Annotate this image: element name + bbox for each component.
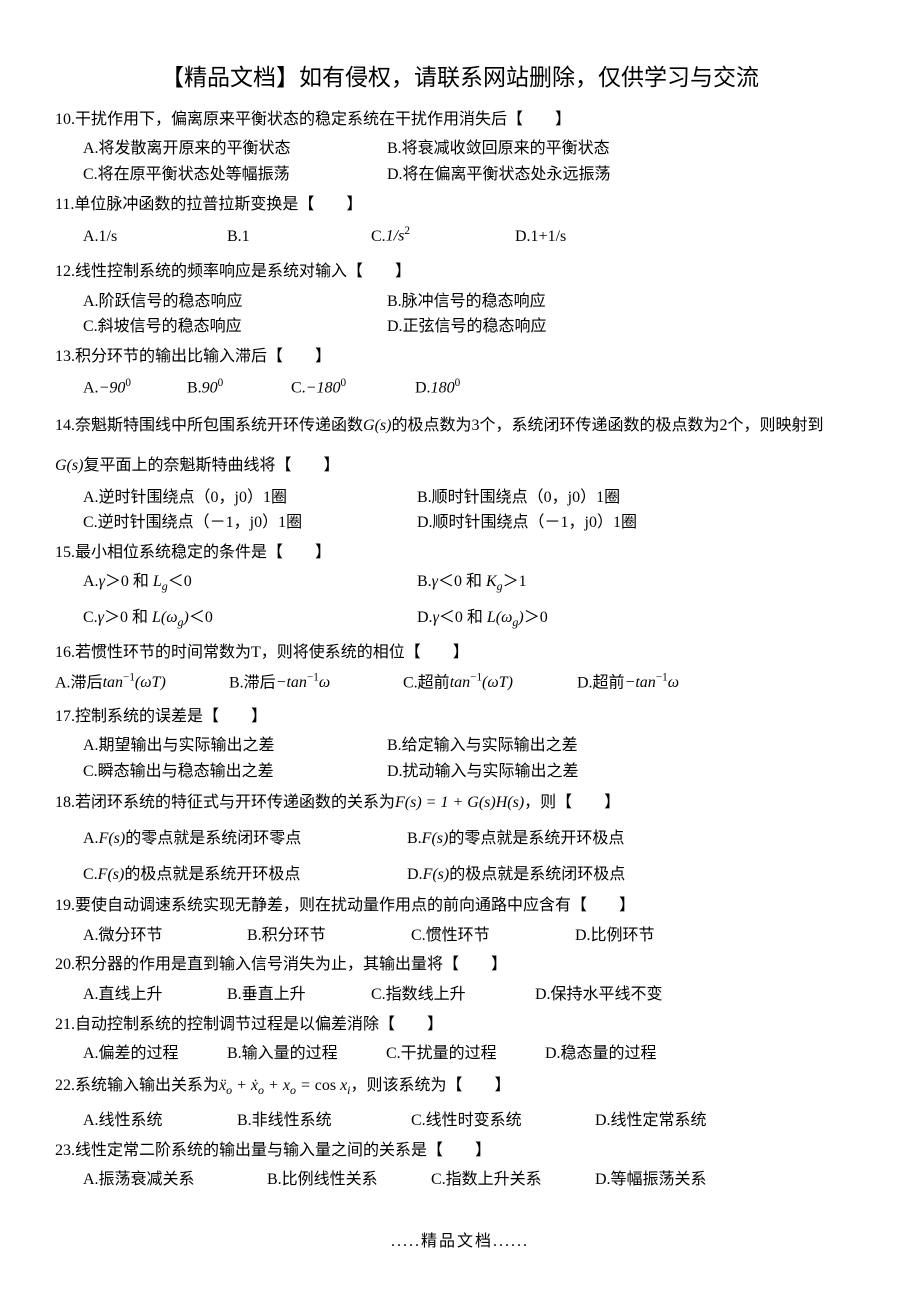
q15-opt-d: D.γ＜0 和 L(ωg)＞0 — [417, 605, 548, 632]
question-20-options: A.直线上升 B.垂直上升 C.指数线上升 D.保持水平线不变 — [55, 982, 865, 1008]
q23-opt-c: C.指数上升关系 — [431, 1167, 591, 1193]
q10-opt-d: D.将在偏离平衡状态处永远振荡 — [387, 162, 611, 188]
q19-opt-a: A.微分环节 — [83, 923, 243, 949]
question-22: 22.系统输入输出关系为ẍo + ẋo + xo = cos xi，则该系统为【… — [55, 1073, 865, 1100]
q14-opt-a: A.逆时针围绕点（0，j0）1圈 — [83, 485, 413, 511]
q12-opt-b: B.脉冲信号的稳态响应 — [387, 289, 546, 315]
question-21-options: A.偏差的过程 B.输入量的过程 C.干扰量的过程 D.稳态量的过程 — [55, 1041, 865, 1067]
q12-opt-d: D.正弦信号的稳态响应 — [387, 314, 547, 340]
question-23-options: A.振荡衰减关系 B.比例线性关系 C.指数上升关系 D.等幅振荡关系 — [55, 1167, 865, 1193]
q22-opt-c: C.线性时变系统 — [411, 1108, 591, 1134]
q21-opt-d: D.稳态量的过程 — [545, 1041, 657, 1067]
q18-opt-d: D.F(s)的极点就是系统闭环极点 — [407, 862, 625, 888]
q21-opt-b: B.输入量的过程 — [227, 1041, 382, 1067]
question-12-options: A.阶跃信号的稳态响应 B.脉冲信号的稳态响应 C.斜坡信号的稳态响应 D.正弦… — [55, 289, 865, 340]
question-19-options: A.微分环节 B.积分环节 C.惯性环节 D.比例环节 — [55, 923, 865, 949]
page-footer: .....精品文档...... — [55, 1229, 865, 1255]
question-11: 11.单位脉冲函数的拉普拉斯变换是【 】 — [55, 192, 865, 218]
q19-opt-c: C.惯性环节 — [411, 923, 571, 949]
q22-opt-b: B.非线性系统 — [237, 1108, 407, 1134]
q10-opt-b: B.将衰减收敛回原来的平衡状态 — [387, 136, 610, 162]
question-18-options: A.F(s)的零点就是系统闭环零点 B.F(s)的零点就是系统开环极点 C.F(… — [55, 826, 865, 887]
question-10-options: A.将发散离开原来的平衡状态 B.将衰减收敛回原来的平衡状态 C.将在原平衡状态… — [55, 136, 865, 187]
q12-opt-a: A.阶跃信号的稳态响应 — [83, 289, 383, 315]
q18-opt-b: B.F(s)的零点就是系统开环极点 — [407, 826, 624, 852]
q20-opt-d: D.保持水平线不变 — [535, 982, 663, 1008]
q14-opt-d: D.顺时针围绕点（－1，j0）1圈 — [417, 510, 637, 536]
q14-opt-c: C.逆时针围绕点（－1，j0）1圈 — [83, 510, 413, 536]
q14-opt-b: B.顺时针围绕点（0，j0）1圈 — [417, 485, 620, 511]
question-11-options: A.1/s B.1 C. 1/s2 D.1+1/s — [55, 223, 865, 249]
q11-opt-b: B.1 — [227, 224, 367, 250]
q13-opt-b: B.900 — [187, 375, 287, 401]
q15-opt-b: B.γ＜0 和 Kg＞1 — [417, 569, 527, 596]
q19-opt-b: B.积分环节 — [247, 923, 407, 949]
q12-opt-c: C.斜坡信号的稳态响应 — [83, 314, 383, 340]
q11-opt-c: C. 1/s2 — [371, 223, 511, 249]
q22-opt-d: D.线性定常系统 — [595, 1108, 707, 1134]
page-header: 【精品文档】如有侵权，请联系网站删除，仅供学习与交流 — [55, 60, 865, 97]
question-17-options: A.期望输出与实际输出之差 B.给定输入与实际输出之差 C.瞬态输出与稳态输出之… — [55, 733, 865, 784]
q10-opt-a: A.将发散离开原来的平衡状态 — [83, 136, 383, 162]
question-22-options: A.线性系统 B.非线性系统 C.线性时变系统 D.线性定常系统 — [55, 1108, 865, 1134]
q16-opt-c: C.超前tan−1(ωT) — [403, 670, 573, 696]
q16-opt-d: D.超前−tan−1ω — [577, 674, 679, 691]
question-14: 14.奈魁斯特围线中所包围系统开环传递函数G(s)的极点数为3个，系统闭环传递函… — [55, 413, 865, 439]
question-10: 10.干扰作用下，偏离原来平衡状态的稳定系统在干扰作用消失后【 】 — [55, 107, 865, 133]
q19-opt-d: D.比例环节 — [575, 923, 655, 949]
q20-opt-c: C.指数线上升 — [371, 982, 531, 1008]
question-14-options: A.逆时针围绕点（0，j0）1圈 B.顺时针围绕点（0，j0）1圈 C.逆时针围… — [55, 485, 865, 536]
question-15: 15.最小相位系统稳定的条件是【 】 — [55, 540, 865, 566]
question-17: 17.控制系统的误差是【 】 — [55, 704, 865, 730]
question-14-cont: G(s)复平面上的奈魁斯特曲线将【 】 — [55, 453, 865, 479]
question-20: 20.积分器的作用是直到输入信号消失为止，其输出量将【 】 — [55, 952, 865, 978]
question-16: 16.若惯性环节的时间常数为T，则将使系统的相位【 】 — [55, 640, 865, 666]
q23-opt-a: A.振荡衰减关系 — [83, 1167, 263, 1193]
q13-opt-c: C.−1800 — [291, 375, 411, 401]
q13-opt-d: D.1800 — [415, 375, 460, 401]
q23-opt-d: D.等幅振荡关系 — [595, 1167, 707, 1193]
q20-opt-b: B.垂直上升 — [227, 982, 367, 1008]
question-13-options: A.−900 B.900 C.−1800 D.1800 — [55, 375, 865, 401]
question-21: 21.自动控制系统的控制调节过程是以偏差消除【 】 — [55, 1012, 865, 1038]
q20-opt-a: A.直线上升 — [83, 982, 223, 1008]
q22-opt-a: A.线性系统 — [83, 1108, 233, 1134]
question-18: 18.若闭环系统的特征式与开环传递函数的关系为F(s) = 1 + G(s)H(… — [55, 790, 865, 816]
question-23: 23.线性定常二阶系统的输出量与输入量之间的关系是【 】 — [55, 1138, 865, 1164]
q17-opt-b: B.给定输入与实际输出之差 — [387, 733, 578, 759]
question-13: 13.积分环节的输出比输入滞后【 】 — [55, 344, 865, 370]
q23-opt-b: B.比例线性关系 — [267, 1167, 427, 1193]
q10-opt-c: C.将在原平衡状态处等幅振荡 — [83, 162, 383, 188]
q11-opt-d: D.1+1/s — [515, 224, 566, 250]
q13-opt-a: A.−900 — [83, 375, 183, 401]
q15-opt-c: C.γ＞0 和 L(ωg)＜0 — [83, 605, 413, 632]
q21-opt-a: A.偏差的过程 — [83, 1041, 223, 1067]
q15-opt-a: A.γ＞0 和 Lg＜0 — [83, 569, 413, 596]
q21-opt-c: C.干扰量的过程 — [386, 1041, 541, 1067]
question-15-options: A.γ＞0 和 Lg＜0 B.γ＜0 和 Kg＞1 C.γ＞0 和 L(ωg)＜… — [55, 569, 865, 632]
q17-opt-d: D.扰动输入与实际输出之差 — [387, 759, 579, 785]
question-16-options: A.滞后tan−1(ωT) B.滞后−tan−1ω C.超前tan−1(ωT) … — [55, 670, 865, 696]
q18-opt-a: A.F(s)的零点就是系统闭环零点 — [83, 826, 403, 852]
q17-opt-c: C.瞬态输出与稳态输出之差 — [83, 759, 383, 785]
q11-opt-a: A.1/s — [83, 224, 223, 250]
question-12: 12.线性控制系统的频率响应是系统对输入【 】 — [55, 259, 865, 285]
q16-opt-a: A.滞后tan−1(ωT) — [55, 670, 225, 696]
q16-opt-b: B.滞后−tan−1ω — [229, 670, 399, 696]
q17-opt-a: A.期望输出与实际输出之差 — [83, 733, 383, 759]
q18-opt-c: C.F(s)的极点就是系统开环极点 — [83, 862, 403, 888]
question-19: 19.要使自动调速系统实现无静差，则在扰动量作用点的前向通路中应含有【 】 — [55, 893, 865, 919]
